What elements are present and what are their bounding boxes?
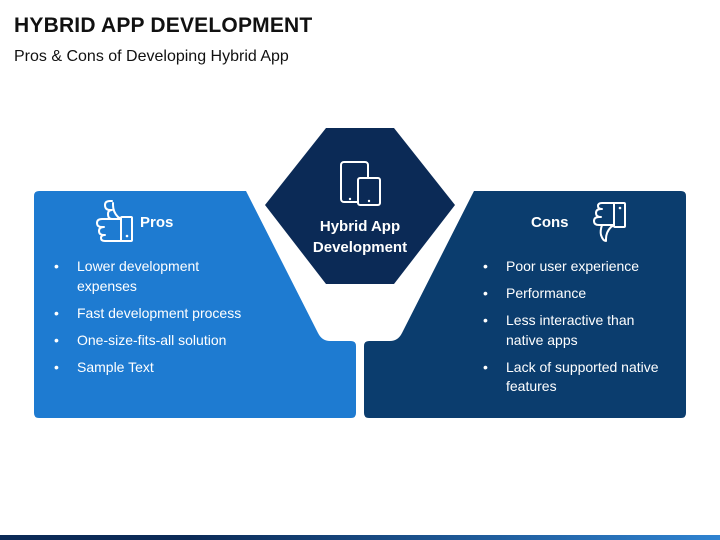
cons-title: Cons — [531, 214, 569, 231]
pros-item: One-size-fits-all solution — [50, 331, 245, 351]
cons-item: Less interactive than native apps — [479, 311, 664, 350]
cons-item: Performance — [479, 284, 664, 304]
pros-list: Lower development expenses Fast developm… — [50, 257, 245, 385]
center-label-line2: Development — [312, 239, 408, 256]
center-label-line1: Hybrid App — [319, 218, 401, 235]
center-label: Hybrid App Development — [290, 216, 430, 258]
cons-item: Poor user experience — [479, 257, 664, 277]
pros-item: Sample Text — [50, 358, 245, 378]
pros-item: Fast development process — [50, 304, 245, 324]
pros-title: Pros — [140, 214, 174, 231]
cons-item: Lack of supported native features — [479, 358, 664, 397]
bottom-accent-bar — [0, 535, 720, 540]
pros-item: Lower development expenses — [50, 257, 245, 296]
cons-list: Poor user experience Performance Less in… — [479, 257, 664, 404]
